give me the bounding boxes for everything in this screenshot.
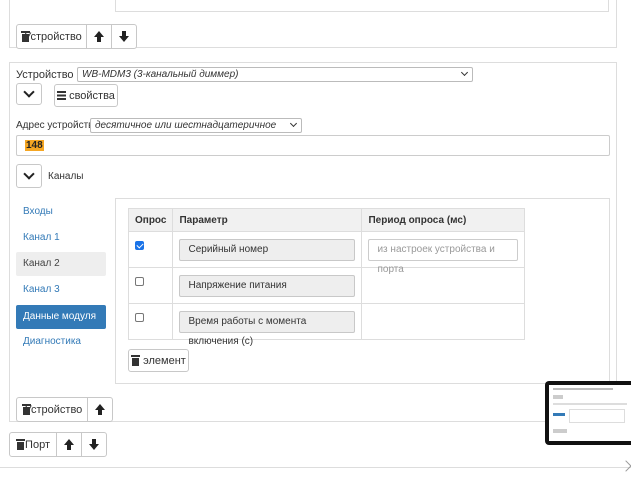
- properties-label: свойства: [69, 89, 115, 102]
- delete-port-label: Порт: [25, 438, 50, 451]
- thumbnail-preview: [549, 385, 631, 441]
- table-row: Напряжение питания: [127, 267, 526, 304]
- chevron-down-icon: [23, 168, 35, 180]
- delete-device-label: Устройство: [24, 403, 83, 416]
- poll-checkbox[interactable]: [135, 277, 144, 286]
- parameter-field: Серийный номер: [179, 238, 356, 261]
- arrow-up-icon: [94, 31, 104, 42]
- delete-port-button[interactable]: Порт: [9, 432, 57, 457]
- properties-button[interactable]: свойства: [54, 84, 118, 107]
- list-icon: [57, 91, 67, 100]
- device-model-select[interactable]: WB-MDM3 (3-канальный диммер): [77, 67, 473, 82]
- delete-device-button[interactable]: Устройство: [16, 24, 87, 49]
- move-up-button[interactable]: [87, 397, 113, 422]
- collapse-device-button[interactable]: [16, 83, 42, 105]
- column-header-parameter: Параметр: [172, 208, 363, 232]
- collapse-channels-button[interactable]: [16, 164, 42, 188]
- period-input[interactable]: из настроек устройства и порта: [368, 238, 519, 275]
- table-row: Серийный номер из настроек устройства и …: [127, 231, 526, 275]
- nav-item-channel-1[interactable]: Канал 1: [16, 226, 106, 250]
- move-down-button[interactable]: [111, 24, 137, 49]
- nav-item-module-data[interactable]: Данные модуля: [16, 305, 106, 329]
- move-up-button[interactable]: [86, 24, 112, 49]
- trash-icon: [131, 355, 141, 366]
- move-down-button[interactable]: [81, 432, 107, 457]
- parameters-table: Опрос Параметр Период опроса (мс) Серийн…: [127, 208, 526, 347]
- address-format-select[interactable]: десятичное или шестнадцатеричное значени…: [90, 118, 302, 144]
- delete-device-label: Устройство: [24, 30, 82, 43]
- channels-label: Каналы: [48, 171, 84, 182]
- nav-item-inputs[interactable]: Входы: [16, 200, 106, 224]
- arrow-down-icon: [119, 31, 129, 42]
- parameter-field: Напряжение питания: [179, 274, 356, 297]
- device-model-value: WB-MDM3 (3-канальный диммер): [82, 69, 239, 80]
- arrow-down-icon: [89, 439, 99, 450]
- arrow-up-icon: [64, 439, 74, 450]
- screenshot-thumbnail[interactable]: [545, 381, 631, 445]
- delete-device-button[interactable]: Устройство: [16, 397, 88, 422]
- footer-divider: [0, 467, 631, 468]
- resize-handle-icon[interactable]: [620, 460, 631, 472]
- chevron-down-icon: [23, 86, 35, 98]
- trash-icon: [16, 439, 26, 450]
- poll-checkbox[interactable]: [135, 313, 144, 322]
- nav-item-channel-2[interactable]: Канал 2: [16, 252, 106, 276]
- add-element-button[interactable]: элемент: [128, 349, 189, 372]
- nav-item-diagnostics[interactable]: Диагностика: [16, 330, 106, 354]
- port-toolbar: Порт: [9, 432, 107, 457]
- table-row: Время работы с момента включения (с): [127, 303, 526, 347]
- arrow-up-icon: [95, 404, 105, 415]
- add-element-label: элемент: [143, 354, 186, 367]
- move-up-button[interactable]: [56, 432, 82, 457]
- column-header-period: Период опроса (мс): [361, 208, 526, 232]
- prev-device-toolbar: Устройство: [16, 24, 137, 49]
- address-value: 148: [25, 140, 44, 151]
- chevron-down-icon: [289, 119, 298, 128]
- column-header-poll: Опрос: [127, 208, 174, 232]
- device-toolbar: Устройство: [16, 397, 113, 422]
- address-input[interactable]: 148: [16, 135, 610, 156]
- parameter-field: Время работы с момента включения (с): [179, 310, 356, 347]
- prev-device-inner-box: [115, 0, 609, 12]
- address-label: Адрес устройства: [16, 120, 99, 131]
- nav-item-channel-3[interactable]: Канал 3: [16, 278, 106, 302]
- poll-checkbox[interactable]: [135, 241, 144, 250]
- chevron-down-icon: [460, 68, 469, 77]
